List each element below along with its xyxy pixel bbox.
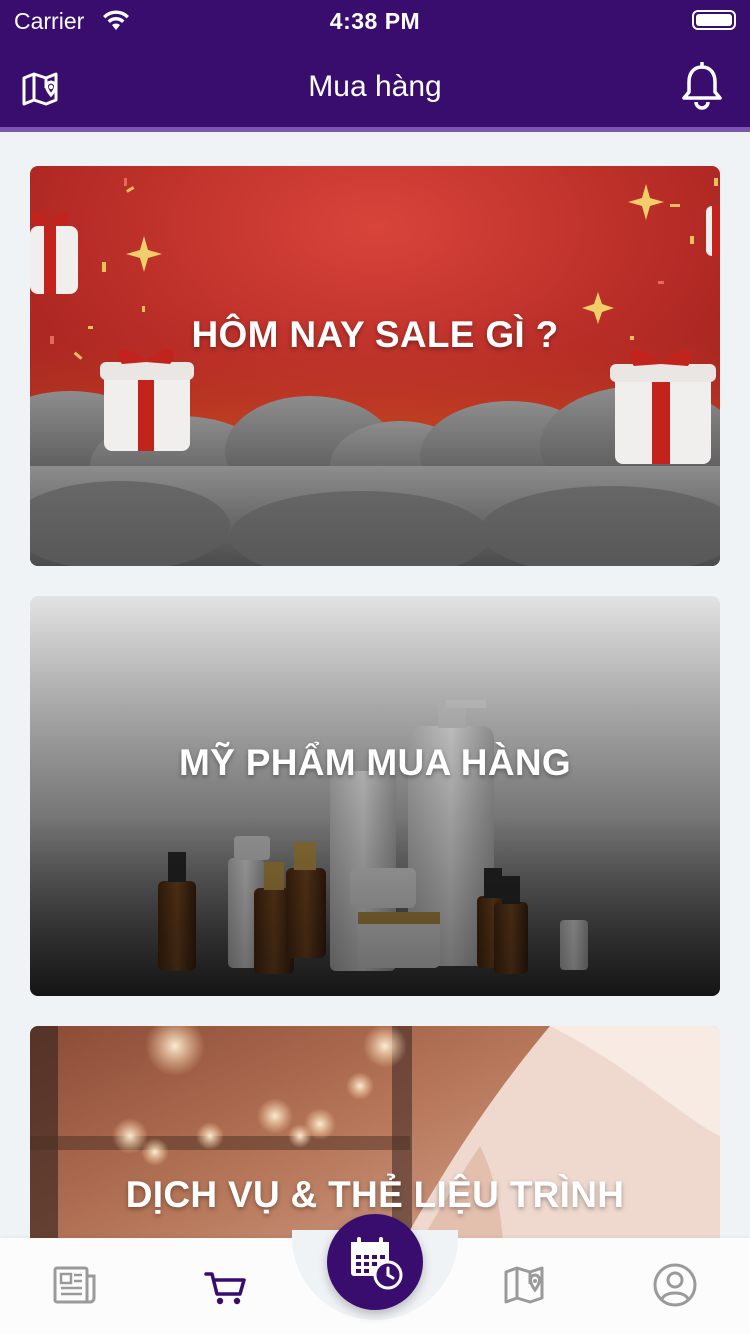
cosmetics-card[interactable]: MỸ PHẨM MUA HÀNG (30, 596, 720, 996)
sale-banner-image (30, 166, 720, 566)
header: Mua hàng (0, 40, 750, 132)
status-time: 4:38 PM (329, 8, 421, 34)
cart-icon[interactable] (200, 1260, 250, 1310)
battery-icon (692, 10, 736, 30)
newspaper-icon[interactable] (50, 1260, 100, 1310)
sale-card-label: HÔM NAY SALE GÌ ? (191, 314, 559, 355)
sale-card[interactable]: HÔM NAY SALE GÌ ? (30, 166, 720, 566)
status-bar: Carrier 4:38 PM (0, 0, 750, 40)
calendar-clock-icon[interactable] (327, 1214, 423, 1310)
map-icon[interactable] (500, 1260, 550, 1310)
cosmetics-card-label: MỸ PHẨM MUA HÀNG (179, 742, 571, 783)
services-card-label: DỊCH VỤ & THẺ LIỆU TRÌNH (125, 1174, 625, 1215)
cosmetics-banner-image (30, 596, 720, 996)
bell-icon[interactable] (680, 61, 724, 110)
page-title: Mua hàng (308, 70, 442, 103)
user-circle-icon[interactable] (650, 1260, 700, 1310)
